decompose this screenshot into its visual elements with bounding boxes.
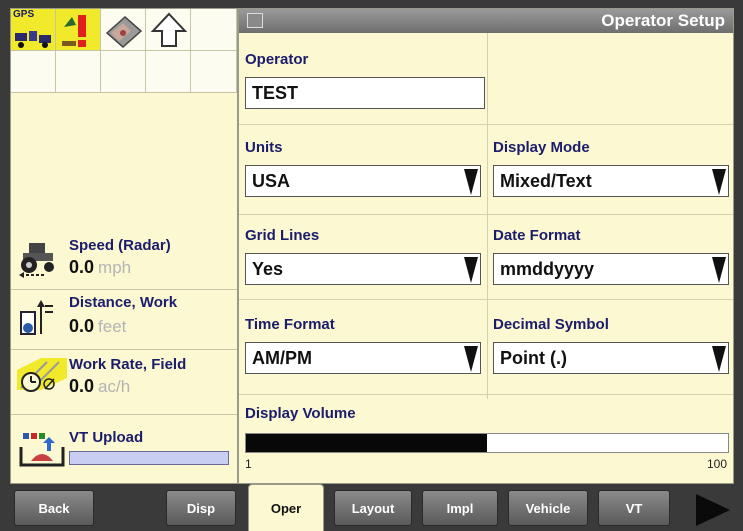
up-arrow-icon — [150, 12, 188, 47]
decimal-symbol-dropdown[interactable]: Point (.) — [493, 342, 729, 374]
vt-upload-progress-bar — [69, 451, 229, 465]
divider — [239, 394, 733, 395]
work-rate-icon — [17, 358, 67, 392]
speed-unit: mph — [98, 258, 132, 277]
back-button[interactable]: Back — [14, 490, 94, 526]
work-rate-readout[interactable]: Work Rate, Field 0.0 ac/h — [11, 350, 237, 408]
divider — [239, 124, 733, 125]
volume-min-label: 1 — [245, 457, 252, 471]
distance-unit: feet — [98, 317, 127, 336]
time-format-dropdown[interactable]: AM/PM — [245, 342, 481, 374]
speed-label: Speed (Radar) — [69, 237, 171, 254]
distance-icon — [20, 300, 53, 335]
tab-disp[interactable]: Disp — [166, 490, 236, 526]
display-volume-label: Display Volume — [245, 405, 356, 422]
speed-readout[interactable]: Speed (Radar) 0.0 mph — [11, 231, 237, 289]
tab-vt[interactable]: VT — [598, 490, 670, 526]
vt-upload-icon — [19, 433, 65, 467]
gps-receiver-icon — [15, 31, 51, 48]
empty-slot[interactable] — [101, 51, 146, 93]
setup-menu-icon[interactable] — [247, 13, 263, 28]
gps-status-button[interactable]: GPS — [11, 9, 56, 51]
page-title: Operator Setup — [601, 11, 725, 30]
status-icon-grid: GPS — [11, 9, 237, 93]
dropdown-arrow-icon — [712, 257, 726, 283]
tab-oper[interactable]: Oper — [248, 484, 324, 531]
units-label: Units — [245, 139, 283, 156]
work-rate-value: 0.0 — [69, 376, 95, 396]
empty-slot[interactable] — [11, 51, 56, 93]
title-bar: Operator Setup — [239, 9, 733, 33]
distance-readout[interactable]: Distance, Work 0.0 feet — [11, 290, 237, 348]
dropdown-arrow-icon — [464, 169, 478, 195]
divider — [239, 214, 733, 215]
distance-value: 0.0 — [69, 316, 95, 336]
grid-lines-dropdown[interactable]: Yes — [245, 253, 481, 285]
next-page-arrow-icon[interactable] — [692, 494, 732, 526]
eraser-button[interactable] — [101, 9, 146, 51]
display-volume-level — [246, 434, 487, 452]
operator-setup-panel: Operator Setup Operator Units USA Displa… — [238, 8, 734, 484]
display-screen: GPS Speed (Radar) 0.0 mph Distance, Work… — [0, 0, 743, 531]
distance-value-row: 0.0 feet — [69, 316, 126, 337]
vt-upload-label: VT Upload — [69, 429, 144, 446]
display-volume-slider[interactable] — [245, 433, 729, 453]
display-mode-label: Display Mode — [493, 139, 590, 156]
work-rate-value-row: 0.0 ac/h — [69, 376, 130, 397]
operator-input[interactable] — [245, 77, 485, 109]
tractor-icon — [19, 243, 54, 278]
display-mode-dropdown[interactable]: Mixed/Text — [493, 165, 729, 197]
divider — [239, 299, 733, 300]
tab-impl[interactable]: Impl — [422, 490, 498, 526]
empty-slot[interactable] — [146, 51, 191, 93]
date-format-value: mmddyyyy — [500, 259, 595, 279]
dropdown-arrow-icon — [712, 169, 726, 195]
tab-vehicle[interactable]: Vehicle — [508, 490, 588, 526]
date-format-label: Date Format — [493, 227, 581, 244]
warning-icon — [62, 15, 86, 47]
dropdown-arrow-icon — [464, 346, 478, 372]
up-arrow-button[interactable] — [146, 9, 191, 51]
units-value: USA — [252, 171, 291, 191]
dropdown-arrow-icon — [712, 346, 726, 372]
divider — [487, 33, 488, 399]
empty-slot[interactable] — [191, 51, 237, 93]
vt-upload-readout[interactable]: VT Upload — [11, 415, 237, 483]
sidebar: GPS Speed (Radar) 0.0 mph Distance, Work… — [10, 8, 238, 484]
grid-lines-value: Yes — [252, 259, 284, 279]
display-mode-value: Mixed/Text — [500, 171, 592, 191]
tab-bar: Back Disp Oper Layout Impl Vehicle VT — [0, 484, 743, 531]
dropdown-arrow-icon — [464, 257, 478, 283]
gps-label: GPS — [13, 9, 35, 20]
date-format-dropdown[interactable]: mmddyyyy — [493, 253, 729, 285]
operator-label: Operator — [245, 51, 309, 68]
time-format-value: AM/PM — [252, 348, 312, 368]
speed-value-row: 0.0 mph — [69, 257, 131, 278]
time-format-label: Time Format — [245, 316, 335, 333]
decimal-symbol-label: Decimal Symbol — [493, 316, 609, 333]
empty-slot[interactable] — [56, 51, 101, 93]
distance-label: Distance, Work — [69, 294, 178, 311]
empty-slot[interactable] — [191, 9, 237, 51]
eraser-icon — [105, 16, 143, 48]
speed-value: 0.0 — [69, 257, 95, 277]
decimal-symbol-value: Point (.) — [500, 348, 567, 368]
units-dropdown[interactable]: USA — [245, 165, 481, 197]
tab-layout[interactable]: Layout — [334, 490, 412, 526]
grid-lines-label: Grid Lines — [245, 227, 320, 244]
warning-button[interactable] — [56, 9, 101, 51]
work-rate-unit: ac/h — [98, 377, 131, 396]
volume-max-label: 100 — [706, 457, 727, 471]
work-rate-label: Work Rate, Field — [69, 356, 187, 373]
